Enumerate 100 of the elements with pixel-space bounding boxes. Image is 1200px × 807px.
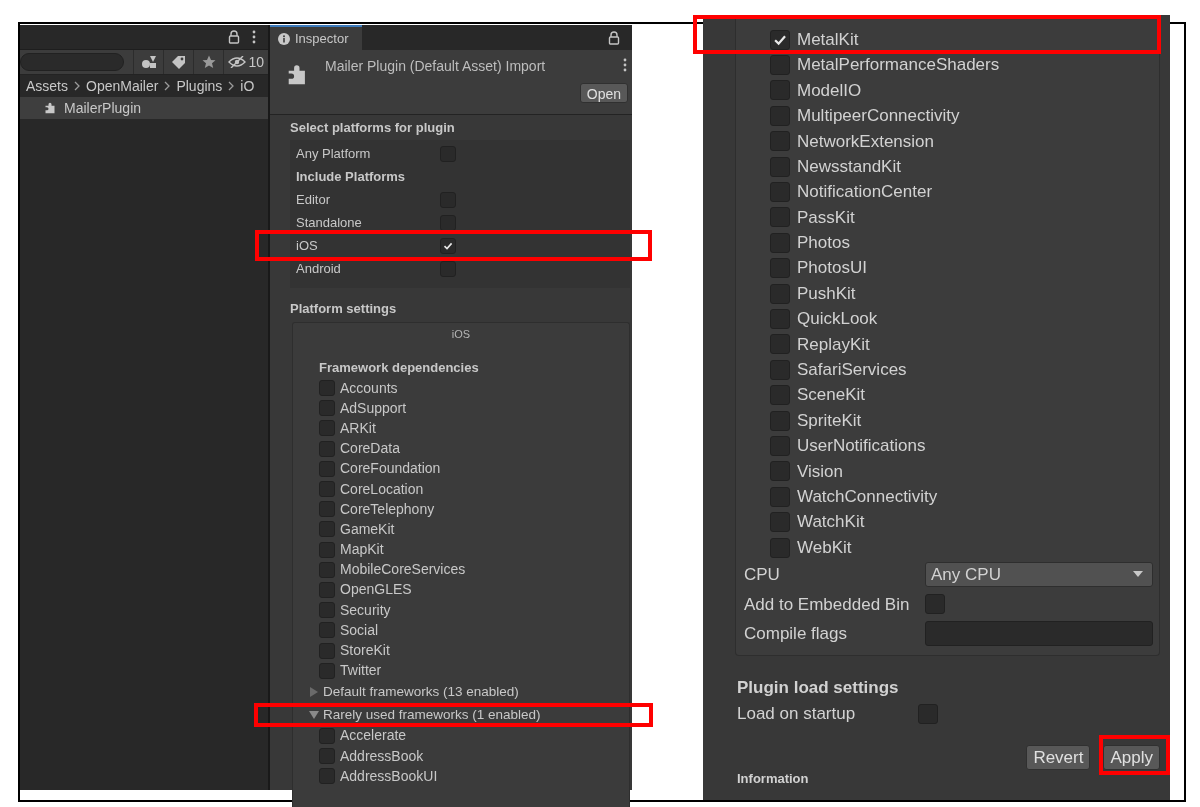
checkbox[interactable] — [319, 727, 335, 744]
framework-label: WatchKit — [797, 511, 865, 534]
field-label: Load on startup — [737, 702, 857, 725]
asset-item[interactable]: MailerPlugin — [20, 97, 268, 119]
checkbox[interactable] — [319, 561, 335, 578]
breadcrumb-link[interactable]: Plugins — [176, 75, 223, 97]
checkbox[interactable] — [770, 182, 790, 203]
platform-label: Android — [296, 259, 342, 278]
framework-label: AddressBookUI — [340, 766, 438, 786]
framework-label: ARKit — [340, 418, 376, 438]
framework-label: MobileCoreServices — [340, 560, 466, 580]
section-heading: Select platforms for plugin — [290, 119, 456, 138]
section-heading: Framework dependencies — [319, 359, 480, 378]
checkbox[interactable] — [319, 481, 335, 498]
framework-label: QuickLook — [797, 308, 878, 331]
checkbox[interactable] — [925, 594, 945, 615]
lock-icon — [228, 30, 240, 44]
checkbox[interactable] — [770, 283, 790, 304]
framework-label: MultipeerConnectivity — [797, 105, 960, 128]
action-button[interactable]: Revert — [1026, 744, 1091, 770]
framework-label: MetalPerformanceShaders — [797, 54, 1000, 77]
checkbox[interactable] — [319, 642, 335, 659]
checkbox[interactable] — [770, 359, 790, 380]
checkbox[interactable] — [770, 334, 790, 355]
checkbox[interactable] — [319, 420, 335, 437]
checkbox[interactable] — [770, 486, 790, 507]
framework-label: NetworkExtension — [797, 130, 934, 153]
checkbox[interactable] — [319, 501, 335, 518]
checkbox[interactable] — [770, 156, 790, 177]
framework-label: Photos — [797, 232, 850, 255]
search-field[interactable] — [20, 53, 124, 71]
breadcrumb-link[interactable]: Assets — [26, 75, 68, 97]
chevron-right-icon — [164, 81, 171, 91]
framework-label: Accelerate — [340, 726, 407, 746]
framework-label: WatchConnectivity — [797, 486, 938, 508]
chevron-right-icon — [228, 81, 235, 91]
menu-icon — [623, 58, 627, 72]
checkbox[interactable] — [770, 385, 790, 406]
framework-label: PushKit — [797, 282, 856, 305]
checkbox[interactable] — [319, 581, 335, 598]
framework-label: GameKit — [340, 519, 395, 539]
framework-label: ModelIO — [797, 79, 862, 102]
checkbox[interactable] — [319, 380, 335, 397]
foldout-toggle[interactable]: Default frameworks (13 enabled) — [323, 681, 519, 702]
action-button[interactable]: Apply — [1103, 744, 1160, 770]
framework-label: PhotosUI — [797, 257, 867, 280]
open-button[interactable]: Open — [579, 83, 628, 103]
checkbox[interactable] — [770, 131, 790, 152]
checkbox[interactable] — [319, 400, 335, 417]
framework-label: Security — [340, 600, 391, 620]
check-icon — [443, 240, 453, 251]
checkbox[interactable] — [319, 748, 335, 765]
checkbox[interactable] — [319, 521, 335, 538]
chevron-right-icon — [74, 81, 80, 91]
checkbox[interactable] — [319, 541, 335, 558]
breadcrumb-link[interactable]: iO — [240, 75, 255, 97]
text-field[interactable] — [925, 621, 1153, 647]
framework-label: StoreKit — [340, 641, 390, 661]
framework-label: WebKit — [797, 536, 852, 559]
checkbox[interactable] — [770, 435, 790, 456]
checkbox[interactable] — [319, 602, 335, 619]
platform-label: iOS — [296, 236, 319, 255]
menu-icon — [252, 30, 256, 44]
dropdown[interactable]: Any CPU — [925, 562, 1153, 588]
framework-label: MapKit — [340, 540, 384, 560]
framework-label: AddressBook — [340, 746, 424, 766]
checkbox[interactable] — [770, 461, 790, 482]
framework-label: SpriteKit — [797, 409, 862, 432]
checkbox[interactable] — [319, 622, 335, 639]
checkbox[interactable] — [440, 214, 456, 231]
asset-title: Mailer Plugin (Default Asset) Import — [325, 57, 546, 76]
field-label: Add to Embedded Bin — [744, 593, 911, 616]
checkbox[interactable] — [770, 207, 790, 228]
framework-label: Vision — [797, 460, 843, 483]
framework-label: PassKit — [797, 206, 855, 229]
checkbox[interactable] — [770, 55, 790, 76]
platform-tab[interactable]: iOS — [451, 325, 471, 343]
checkbox[interactable] — [770, 258, 790, 279]
section-heading: Platform settings — [290, 300, 398, 319]
checkbox[interactable] — [770, 232, 790, 253]
checkbox[interactable] — [319, 440, 335, 457]
checkbox[interactable] — [770, 410, 790, 431]
framework-label: NewsstandKit — [797, 155, 901, 178]
framework-label: Twitter — [340, 661, 382, 681]
framework-label: Social — [340, 620, 379, 640]
checkbox[interactable] — [770, 80, 790, 101]
checkbox[interactable] — [770, 29, 790, 50]
checkbox[interactable] — [770, 105, 790, 126]
checkbox[interactable] — [440, 237, 456, 254]
inspector-tab[interactable]: Inspector — [270, 25, 362, 50]
framework-label: AdSupport — [340, 398, 407, 418]
checkbox[interactable] — [319, 662, 335, 679]
breadcrumb-link[interactable]: OpenMailer — [86, 75, 159, 97]
tag-icon — [171, 55, 186, 69]
checkbox[interactable] — [770, 512, 790, 533]
checkbox[interactable] — [770, 537, 790, 558]
checkbox[interactable] — [770, 309, 790, 329]
checkbox[interactable] — [319, 768, 335, 785]
checkbox[interactable] — [319, 460, 335, 477]
foldout-toggle[interactable]: Rarely used frameworks (1 enabled) — [323, 704, 541, 725]
